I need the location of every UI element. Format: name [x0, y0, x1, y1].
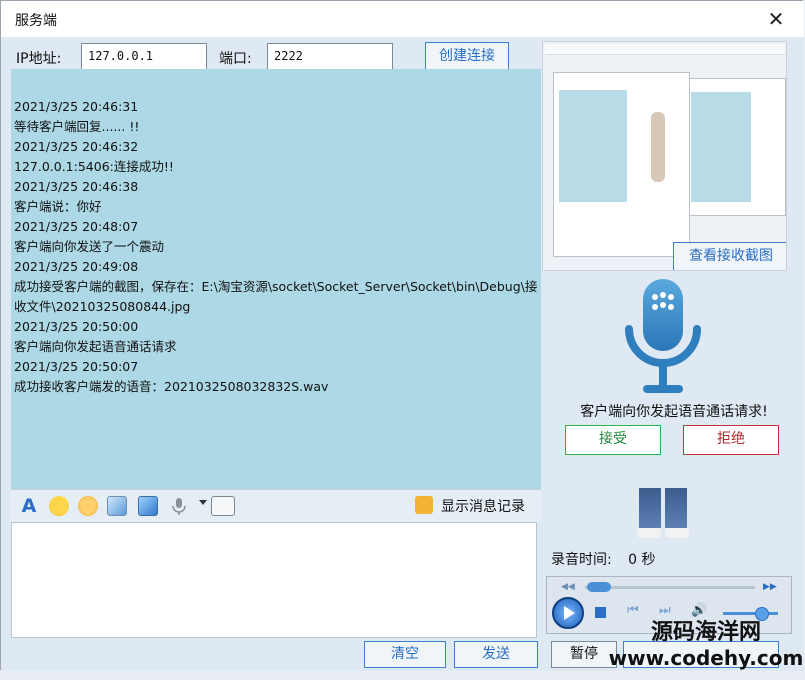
- received-screenshot-preview[interactable]: 查看接收截图: [542, 41, 787, 271]
- voice-call-microphone-icon: [613, 273, 713, 403]
- view-screenshot-button[interactable]: 查看接收截图: [673, 242, 786, 270]
- clear-button[interactable]: 清空: [364, 641, 446, 668]
- watermark-line2: www.codehy.com: [608, 646, 804, 670]
- log-line: 2021/3/25 20:48:07: [14, 219, 139, 234]
- previous-icon[interactable]: ⏮: [627, 603, 639, 618]
- chat-toolbar: A 显示消息记录: [11, 489, 541, 522]
- accept-button[interactable]: 接受: [565, 425, 661, 455]
- voice-call-prompt: 客户端向你发起语音通话请求!: [580, 404, 768, 420]
- volume-slider[interactable]: [723, 612, 778, 615]
- fast-forward-icon[interactable]: ▶▶: [763, 582, 777, 592]
- volume-icon[interactable]: 🔊: [691, 603, 707, 618]
- rewind-icon[interactable]: ◀◀: [561, 582, 575, 592]
- title-bar: 服务端 ✕: [1, 1, 804, 37]
- shake-icon[interactable]: [78, 496, 98, 516]
- log-line: 客户端说：你好: [14, 199, 102, 214]
- log-line: 成功接受客户端的截图，保存在：E:\淘宝资源\socket\Socket_Ser…: [14, 279, 538, 314]
- seek-thumb[interactable]: [587, 582, 611, 592]
- dropdown-arrow-icon[interactable]: [199, 500, 207, 505]
- port-input[interactable]: 2222: [267, 43, 393, 70]
- stop-icon[interactable]: [595, 607, 606, 618]
- emoji-icon[interactable]: [49, 496, 69, 516]
- server-window: 服务端 ✕ IP地址: 127.0.0.1 端口: 2222 创建连接 2021…: [0, 0, 804, 671]
- record-time-label: 录音时间:: [551, 552, 612, 568]
- port-label: 端口:: [219, 51, 252, 67]
- show-history-button[interactable]: 显示消息记录: [441, 496, 525, 516]
- watermark: 源码海洋网 www.codehy.com: [608, 620, 804, 670]
- next-icon[interactable]: ⏭: [659, 603, 671, 618]
- log-line: 127.0.0.1:5406:连接成功!!: [14, 159, 174, 174]
- history-icon: [415, 496, 433, 514]
- image-icon[interactable]: [107, 496, 127, 516]
- message-input[interactable]: [11, 522, 537, 638]
- log-line: 2021/3/25 20:46:31: [14, 99, 139, 114]
- reject-button[interactable]: 拒绝: [683, 425, 779, 455]
- log-line: 2021/3/25 20:50:00: [14, 319, 139, 334]
- close-icon[interactable]: ✕: [761, 5, 791, 33]
- log-lines: 2021/3/25 20:46:31 等待客户端回复...... !! 2021/3…: [11, 97, 541, 397]
- screenshot-icon[interactable]: [138, 496, 158, 516]
- log-line: 客户端向你发起语音通话请求: [14, 339, 177, 354]
- window-title: 服务端: [15, 13, 57, 29]
- watermark-line1: 源码海洋网: [650, 620, 761, 645]
- avatar-image: [637, 488, 692, 540]
- log-line: 2021/3/25 20:46:32: [14, 139, 139, 154]
- record-time-value: 0 秒: [628, 552, 656, 568]
- log-line: 等待客户端回复...... !!: [14, 119, 140, 134]
- font-icon[interactable]: A: [19, 496, 39, 516]
- log-line: 2021/3/25 20:49:08: [14, 259, 139, 274]
- create-connection-button[interactable]: 创建连接: [425, 42, 509, 71]
- log-line: 成功接收客户端发的语音：2021032508032832S.wav: [14, 379, 329, 394]
- record-time: 录音时间: 0 秒: [551, 549, 656, 569]
- send-button[interactable]: 发送: [454, 641, 538, 668]
- message-log[interactable]: 2021/3/25 20:46:31 等待客户端回复...... !! 2021/3…: [11, 69, 541, 489]
- log-line: 2021/3/25 20:46:38: [14, 179, 139, 194]
- microphone-icon[interactable]: [169, 496, 189, 516]
- ip-label: IP地址:: [16, 51, 62, 67]
- play-button[interactable]: [552, 597, 584, 629]
- log-line: 2021/3/25 20:50:07: [14, 359, 139, 374]
- ip-input[interactable]: 127.0.0.1: [81, 43, 207, 70]
- log-line: 客户端向你发送了一个震动: [14, 239, 165, 254]
- send-file-icon[interactable]: [211, 496, 235, 516]
- volume-thumb[interactable]: [755, 607, 769, 621]
